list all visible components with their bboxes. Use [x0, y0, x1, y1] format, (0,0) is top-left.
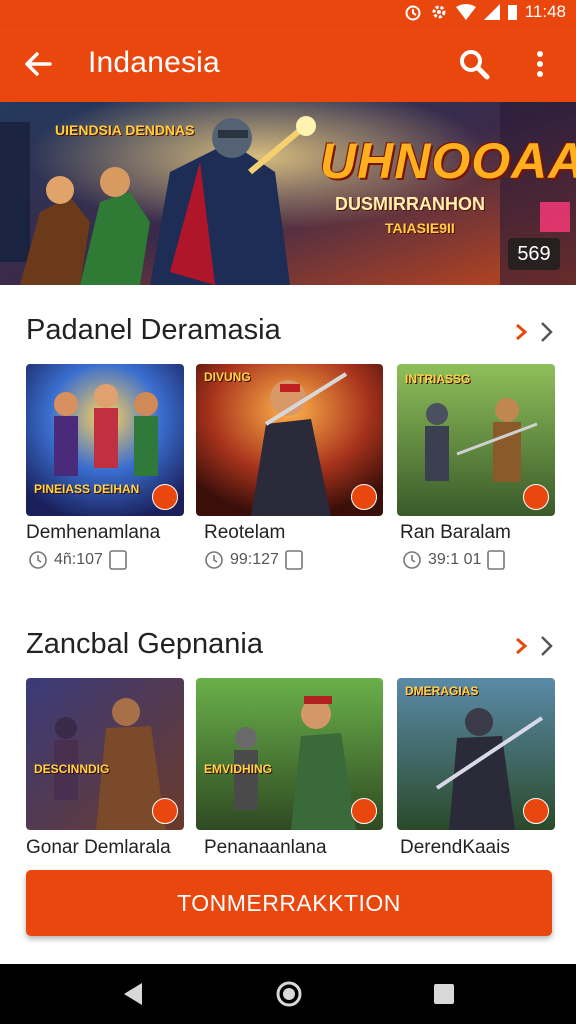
card-image-title: INTRIASSG	[405, 372, 471, 386]
card-title[interactable]: Reotelam	[204, 522, 285, 544]
play-icon[interactable]	[523, 798, 549, 824]
nav-recents-icon[interactable]	[432, 982, 456, 1006]
game-card[interactable]: PINEIASS DEIHAN	[26, 364, 184, 516]
primary-action-button[interactable]: TONMERRAKKTION	[26, 870, 552, 936]
app-bar: Indanesia	[0, 26, 576, 102]
more-vert-icon[interactable]	[524, 46, 556, 82]
section-title: Zancbal Gepnania	[26, 628, 263, 660]
play-icon[interactable]	[152, 798, 178, 824]
card-meta: 39:1 01	[402, 548, 506, 572]
bookmark-icon[interactable]	[109, 550, 127, 570]
section-title: Padanel Deramasia	[26, 314, 281, 346]
card-title[interactable]: Gonar Demlarala	[26, 837, 171, 859]
card-meta: 99:127	[204, 548, 303, 572]
wifi-icon	[455, 4, 476, 20]
search-icon[interactable]	[456, 46, 492, 82]
card-image-title: DESCINNDIG	[34, 762, 110, 776]
settings-icon	[432, 5, 446, 19]
card-image-title: DIVUNG	[204, 370, 251, 384]
game-card[interactable]: INTRIASSG	[397, 364, 555, 516]
banner-left-title: UIENDSIA DENDNAS	[55, 122, 195, 138]
game-card[interactable]: DMERAGIAS	[397, 678, 555, 830]
game-card[interactable]: DESCINNDIG	[26, 678, 184, 830]
play-icon[interactable]	[152, 484, 178, 510]
play-icon[interactable]	[523, 484, 549, 510]
chevron-right-icon[interactable]	[514, 634, 556, 658]
featured-banner[interactable]: UIENDSIA DENDNAS UHNOOAA DUSMIRRANHON TA…	[0, 102, 576, 285]
chevron-right-icon[interactable]	[514, 320, 556, 344]
page-title: Indanesia	[88, 46, 220, 79]
card-meta-text: 39:1 01	[428, 551, 482, 568]
alarm-icon	[405, 5, 421, 21]
card-title[interactable]: Penanaanlana	[204, 837, 327, 859]
card-image-title: DMERAGIAS	[405, 684, 479, 698]
play-icon[interactable]	[351, 798, 377, 824]
card-title[interactable]: DerendKaais	[400, 837, 510, 859]
card-title[interactable]: Demhenamlana	[26, 522, 160, 544]
card-image-title: EMVIDHING	[204, 762, 273, 776]
status-bar: 11:48	[0, 0, 576, 26]
bookmark-icon[interactable]	[285, 550, 303, 570]
back-arrow-icon[interactable]	[20, 46, 56, 82]
battery-icon	[507, 5, 517, 20]
banner-count-badge: 569	[508, 238, 560, 270]
card-meta: 4ñ:107	[28, 548, 127, 572]
card-meta-text: 99:127	[230, 551, 279, 568]
signal-icon	[483, 4, 500, 20]
system-nav-bar	[0, 964, 576, 1024]
clock-icon	[403, 551, 421, 569]
status-time: 11:48	[524, 2, 566, 21]
banner-title: UHNOOAA	[320, 133, 576, 189]
card-image-title: PINEIASS DEIHAN	[34, 482, 140, 496]
nav-back-icon[interactable]	[120, 981, 146, 1007]
clock-icon	[205, 551, 223, 569]
bookmark-icon[interactable]	[487, 550, 506, 570]
clock-icon	[29, 551, 47, 569]
nav-home-icon[interactable]	[275, 980, 303, 1008]
play-icon[interactable]	[351, 484, 377, 510]
card-meta-text: 4ñ:107	[54, 551, 103, 568]
game-card[interactable]: EMVIDHING	[196, 678, 383, 830]
game-card[interactable]: DIVUNG	[196, 364, 383, 516]
banner-tagline: TAIASIE9II	[385, 220, 455, 236]
banner-subtitle: DUSMIRRANHON	[335, 194, 485, 214]
card-title[interactable]: Ran Baralam	[400, 522, 511, 544]
